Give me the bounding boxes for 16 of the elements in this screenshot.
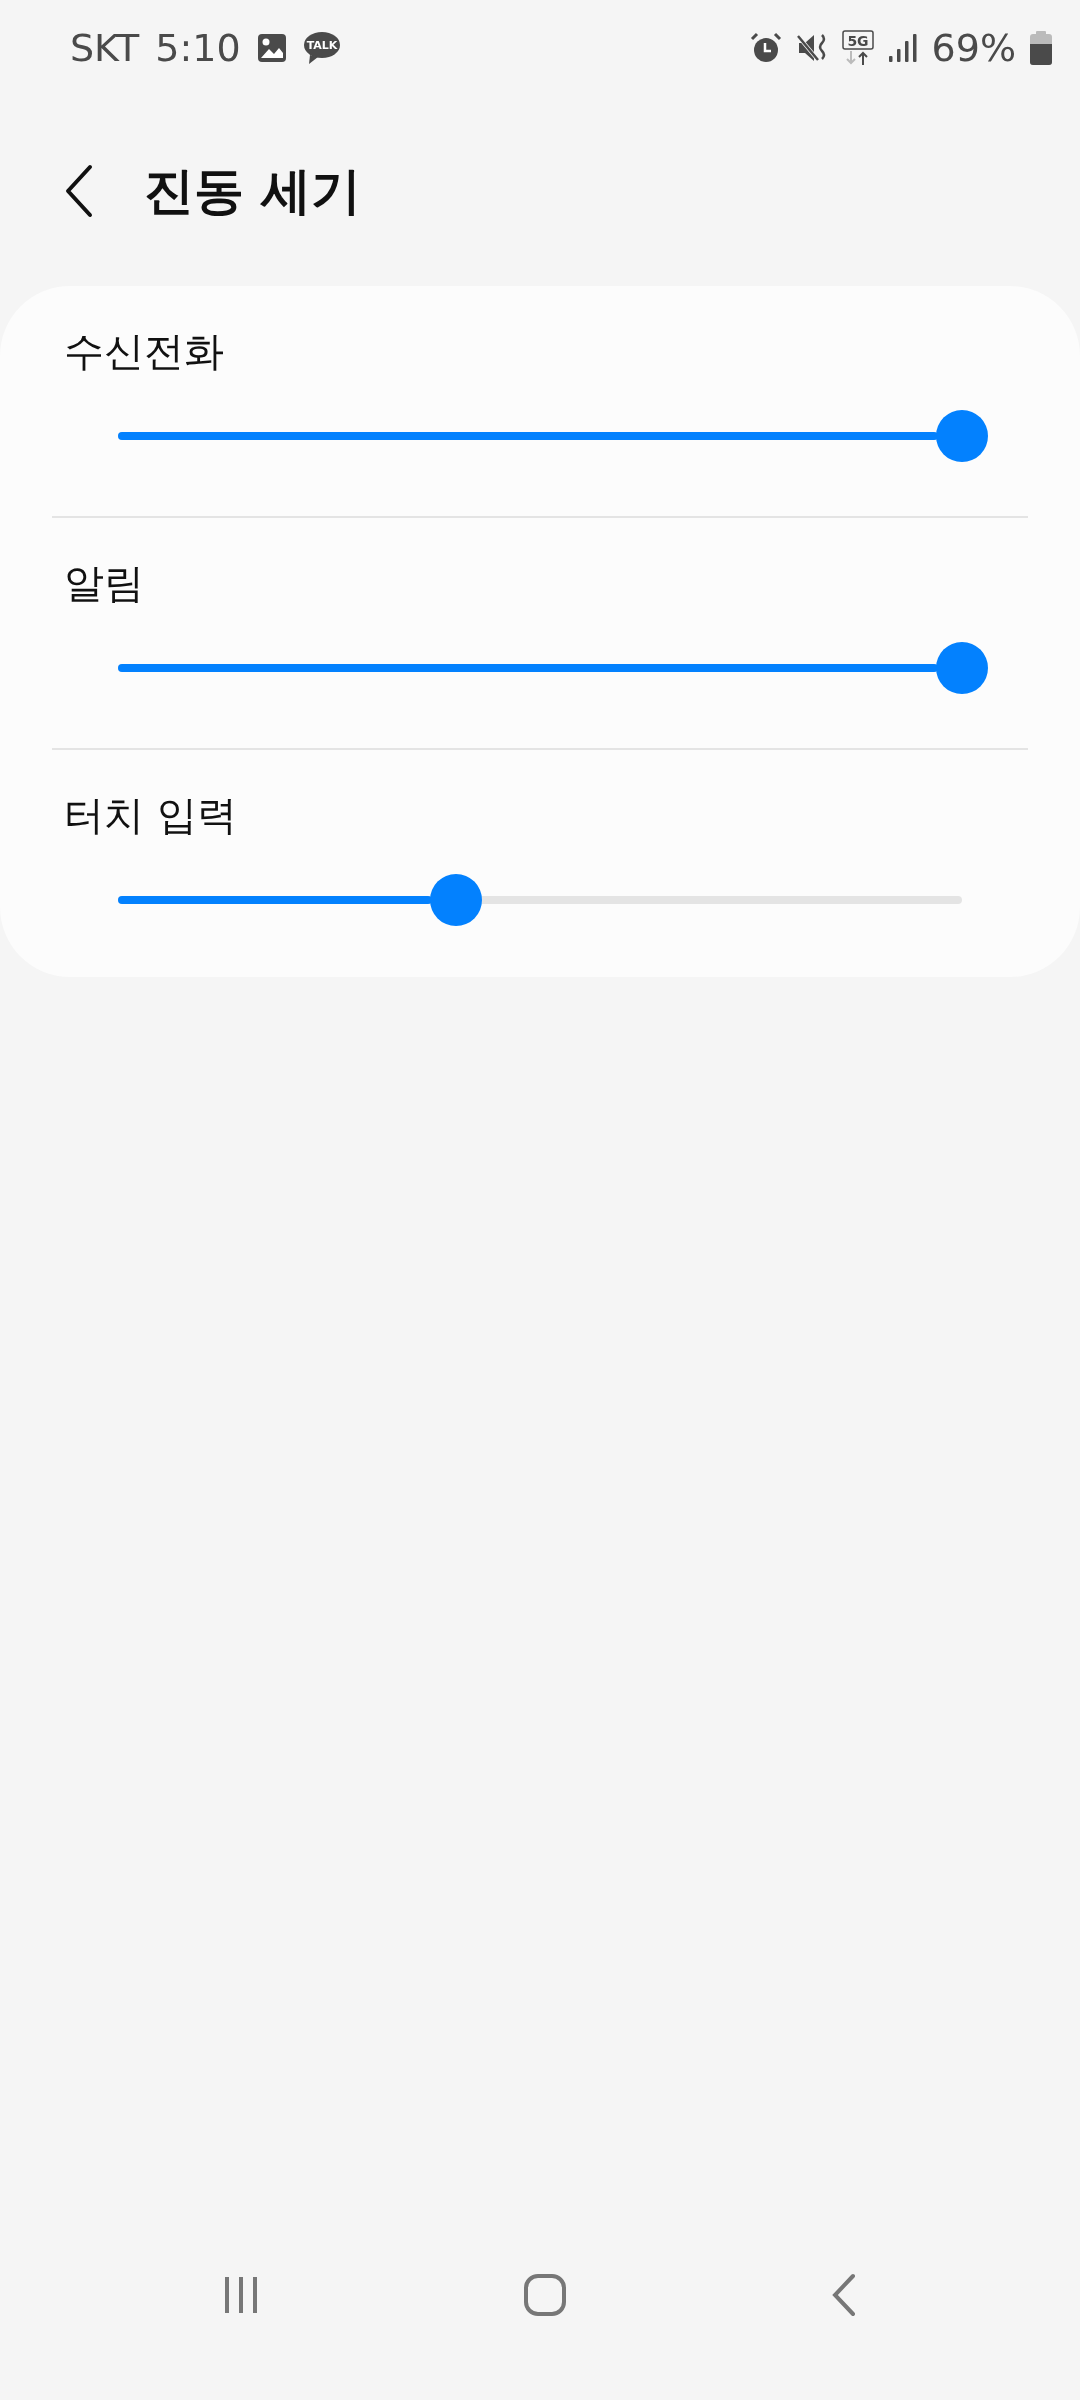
slider-thumb[interactable] xyxy=(936,410,988,462)
battery-percent: 69% xyxy=(931,26,1016,70)
clock: 5:10 xyxy=(155,26,241,70)
slider-thumb[interactable] xyxy=(936,642,988,694)
image-icon xyxy=(256,33,287,63)
slider-label: 알림 xyxy=(63,559,145,608)
signal-icon xyxy=(887,33,918,63)
slider-label: 터치 입력 xyxy=(63,791,238,840)
page-title: 진동 세기 xyxy=(144,160,362,222)
carrier: SKT xyxy=(70,26,140,70)
battery-icon xyxy=(1030,31,1052,65)
slider-label: 수신전화 xyxy=(63,327,225,376)
alarm-icon xyxy=(749,32,782,64)
slider-thumb[interactable] xyxy=(429,874,482,926)
home-icon[interactable] xyxy=(523,2273,567,2317)
mute-vibrate-icon xyxy=(795,32,828,64)
